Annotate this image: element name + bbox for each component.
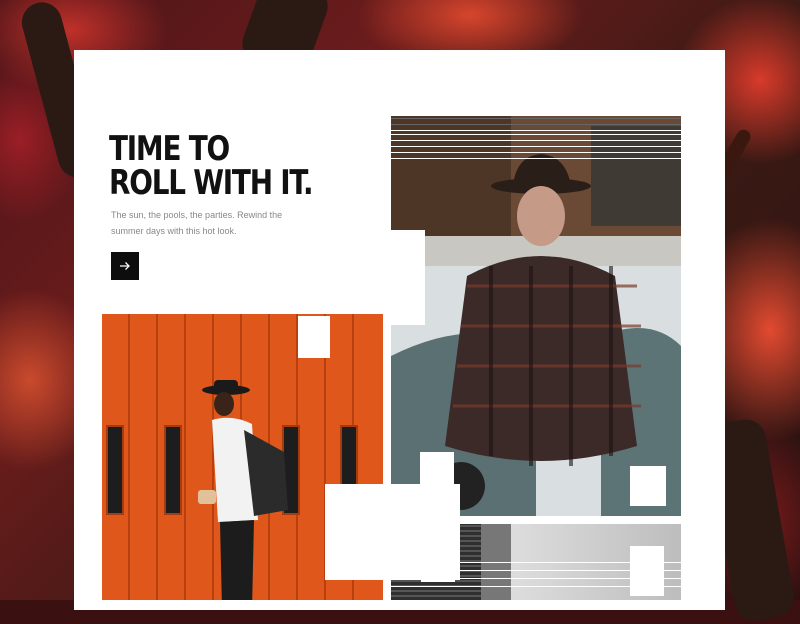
- glitch-block: [298, 316, 330, 358]
- glitch-block: [325, 516, 361, 580]
- glitch-block: [420, 452, 454, 492]
- walking-person-figure: [198, 380, 288, 600]
- headline-line-2: ROLL WITH IT.: [109, 163, 314, 203]
- hero-subtext: The sun, the pools, the parties. Rewind …: [111, 210, 283, 236]
- glitch-block: [630, 466, 666, 506]
- next-arrow-button[interactable]: [111, 252, 139, 280]
- headline-line-1: TIME TO: [109, 129, 230, 169]
- glitch-block: [630, 546, 664, 596]
- headline: TIME TO ROLL WITH IT.: [109, 129, 314, 203]
- glitch-block: [391, 230, 425, 325]
- glitch-block: [421, 544, 455, 582]
- arrow-right-icon: [120, 262, 130, 270]
